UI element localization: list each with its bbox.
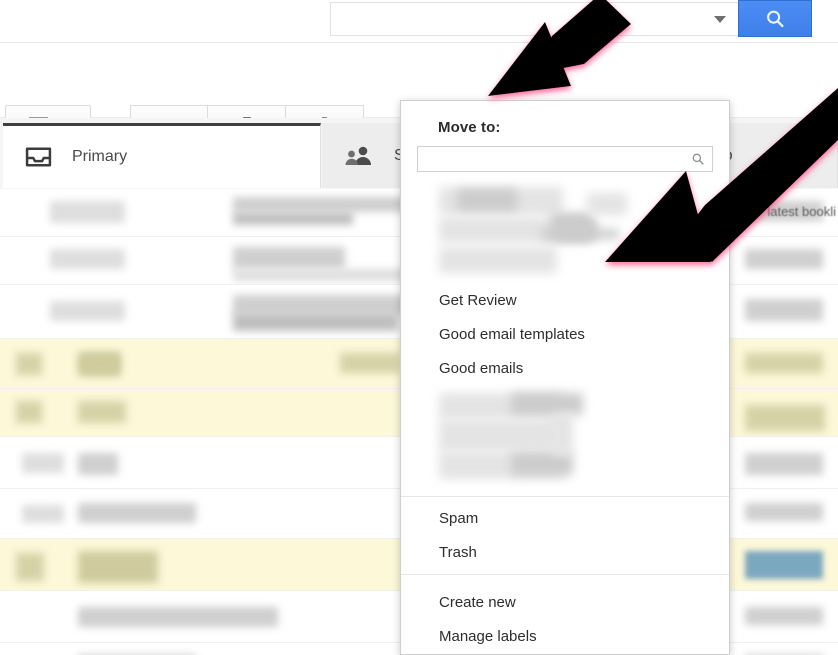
move-to-menu-title: Move to:: [438, 119, 501, 136]
menu-item-create-new[interactable]: Create new: [401, 585, 729, 619]
menu-item-spam[interactable]: Spam: [401, 501, 729, 535]
search-icon: [691, 152, 705, 171]
menu-item-label-0[interactable]: Get Review: [401, 283, 729, 317]
menu-item-spam-label: Spam: [439, 509, 479, 527]
email-subject-fragment: latest bookli: [767, 204, 836, 219]
menu-item-manage-labels[interactable]: Manage labels: [401, 619, 729, 653]
inbox-icon: [25, 145, 52, 169]
tab-primary-label: Primary: [72, 148, 128, 165]
menu-item-label-0-text: Get Review: [439, 291, 517, 309]
menu-divider: [401, 496, 729, 497]
people-icon: [344, 144, 374, 168]
menu-item-label-1[interactable]: Good email templates: [401, 317, 729, 351]
menu-item-label-2-text: Good emails: [439, 359, 524, 377]
label-search-input[interactable]: [417, 146, 713, 172]
top-search-bar: [0, 0, 838, 43]
search-input[interactable]: [330, 2, 740, 36]
menu-item-trash[interactable]: Trash: [401, 535, 729, 569]
move-to-menu: Move to: Get Review Good email templates: [400, 100, 730, 655]
menu-divider: [401, 574, 729, 575]
search-button[interactable]: [738, 0, 812, 37]
menu-item-manage-labels-label: Manage labels: [439, 627, 537, 645]
search-icon: [767, 10, 784, 27]
menu-item-label-2[interactable]: Good emails: [401, 351, 729, 385]
gmail-inbox-screen: More Primary So: [0, 0, 838, 655]
menu-item-trash-label: Trash: [439, 543, 477, 561]
chevron-down-icon[interactable]: [714, 16, 726, 23]
status-badge: [745, 551, 823, 579]
menu-item-label-1-text: Good email templates: [439, 325, 585, 343]
menu-item-create-new-label: Create new: [439, 593, 516, 611]
tab-primary[interactable]: Primary: [3, 123, 321, 188]
